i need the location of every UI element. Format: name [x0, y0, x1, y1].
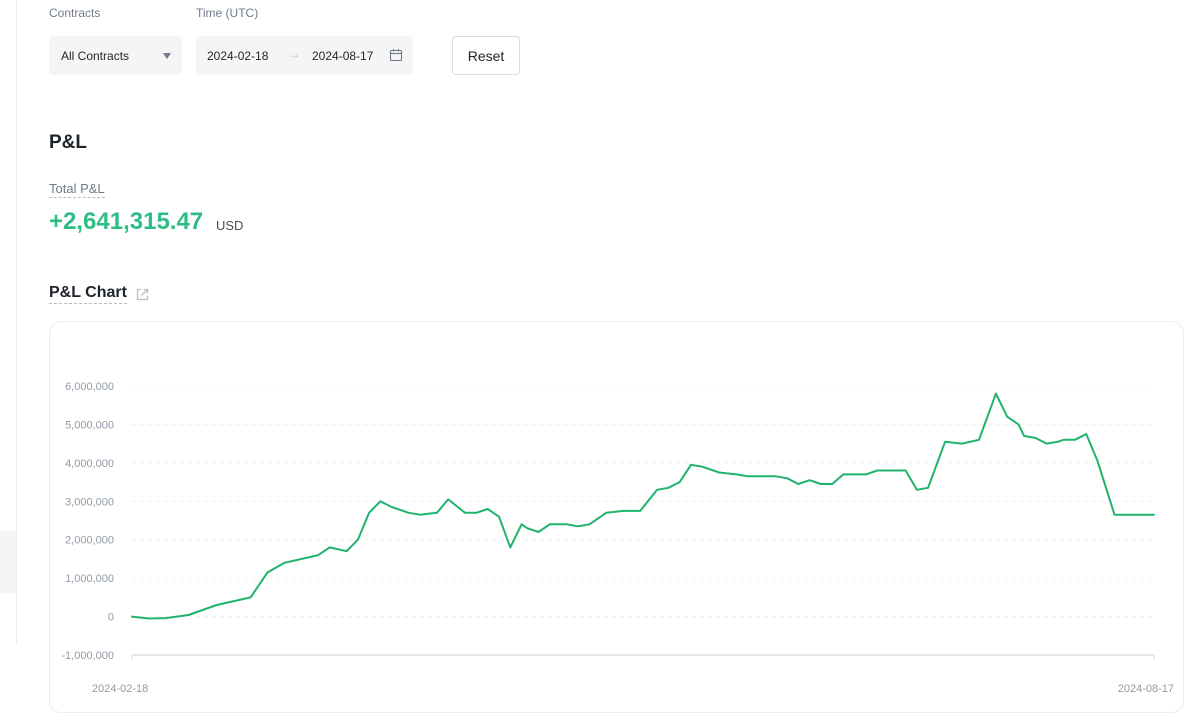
pnl-chart-title[interactable]: P&L Chart [49, 284, 127, 304]
y-tick-label: 2,000,000 [65, 535, 114, 547]
y-tick-label: 6,000,000 [65, 381, 114, 393]
pnl-line-chart: -1,000,000 0 1,000,000 2,000,000 3,000,000 4,… [61, 381, 1174, 695]
y-tick-label: 3,000,000 [65, 496, 114, 508]
contracts-label: Contracts [49, 6, 101, 20]
contracts-select-value: All Contracts [61, 48, 130, 63]
y-tick-label: 1,000,000 [65, 573, 114, 585]
date-end-input[interactable]: 2024-08-17 [312, 49, 373, 63]
pnl-chart-card: -1,000,000 0 1,000,000 2,000,000 3,000,000 4,… [49, 321, 1184, 713]
x-tick-label: 2024-08-17 [1118, 683, 1174, 695]
y-tick-label: 0 [108, 612, 114, 624]
x-tick-label: 2024-02-18 [92, 683, 148, 695]
contracts-select[interactable]: All Contracts [49, 36, 182, 75]
y-tick-label: 5,000,000 [65, 419, 114, 431]
external-link-icon[interactable] [135, 287, 150, 302]
left-panel-tab[interactable] [0, 531, 16, 593]
total-pnl-label[interactable]: Total P&L [49, 181, 105, 198]
left-panel-divider [16, 0, 17, 645]
pnl-series-line[interactable] [131, 392, 1155, 620]
calendar-icon[interactable] [389, 48, 403, 62]
y-tick-label: -1,000,000 [61, 650, 114, 662]
time-label: Time (UTC) [196, 6, 259, 20]
date-range-picker[interactable]: 2024-02-18 → 2024-08-17 [196, 36, 413, 75]
total-pnl-value: +2,641,315.47 [49, 208, 204, 235]
reset-button[interactable]: Reset [452, 36, 520, 75]
total-pnl-unit: USD [216, 218, 244, 233]
date-start-input[interactable]: 2024-02-18 [207, 49, 268, 63]
arrow-right-icon: → [288, 47, 300, 61]
caret-down-icon [163, 53, 171, 59]
y-tick-label: 4,000,000 [65, 458, 114, 470]
pnl-section-title: P&L [49, 132, 87, 153]
